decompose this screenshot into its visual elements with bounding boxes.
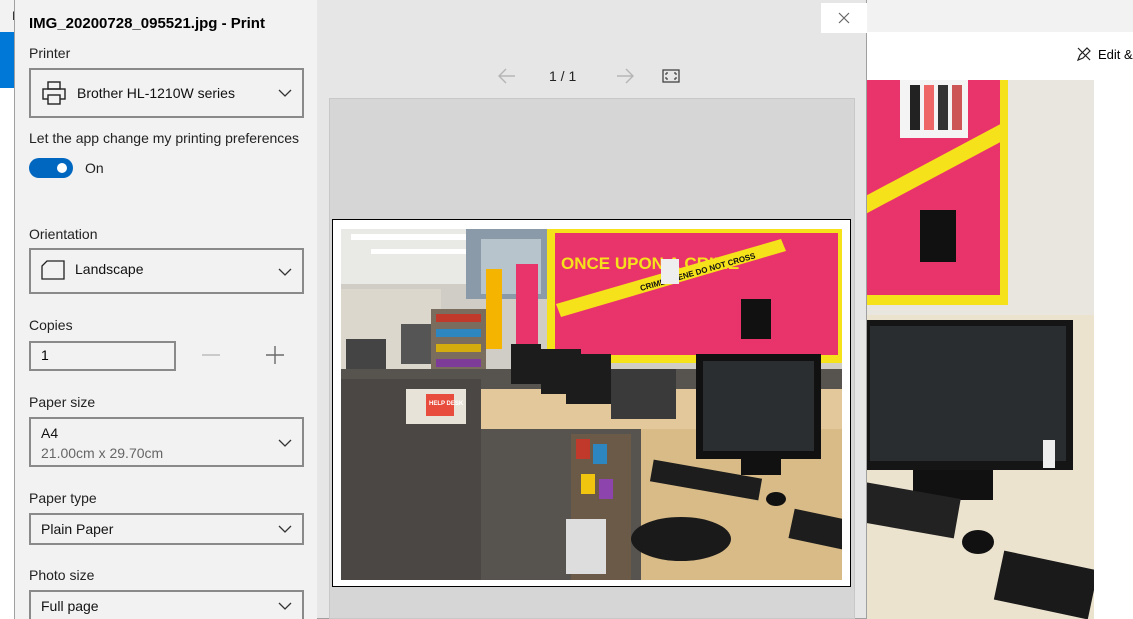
chevron-down-icon <box>278 525 292 533</box>
page-indicator: 1 / 1 <box>549 68 577 84</box>
toggle-state-label: On <box>85 160 104 176</box>
printer-icon <box>42 81 66 105</box>
paper-size-label: Paper size <box>29 394 96 410</box>
preview-navigation: 1 / 1 <box>497 66 697 88</box>
print-dialog: IMG_20200728_095521.jpg - Print Printer … <box>14 0 867 619</box>
preview-page: ONCE UPON A CRIME CRIME SCENE DO NOT CRO… <box>332 219 851 587</box>
decrease-copies-button[interactable] <box>201 345 221 365</box>
paper-size-detail: 21.00cm x 29.70cm <box>41 445 164 461</box>
printer-label: Printer <box>29 45 71 61</box>
edit-create-label: Edit & <box>1098 46 1133 62</box>
paper-type-value: Plain Paper <box>41 521 114 537</box>
close-button[interactable] <box>821 3 867 33</box>
edit-create-button[interactable]: Edit & <box>1076 46 1133 62</box>
dialog-title: IMG_20200728_095521.jpg - Print <box>29 15 265 32</box>
background-photo <box>858 80 1094 619</box>
printer-value: Brother HL-1210W series <box>77 85 235 101</box>
edit-pen-icon <box>1076 47 1091 62</box>
settings-pane: IMG_20200728_095521.jpg - Print Printer … <box>15 0 317 619</box>
printer-dropdown[interactable]: Brother HL-1210W series <box>29 68 304 118</box>
page-orientation-icon <box>41 260 65 280</box>
fit-page-icon[interactable] <box>662 69 680 83</box>
photo-size-dropdown[interactable]: Full page <box>29 590 304 619</box>
paper-size-value: A4 <box>41 425 59 441</box>
toggle-knob <box>57 163 67 173</box>
paper-type-label: Paper type <box>29 490 97 506</box>
arrow-right-icon[interactable] <box>615 67 635 85</box>
chevron-down-icon <box>278 439 292 447</box>
photo-desk-sign-text: HELP DESK <box>429 401 464 407</box>
orientation-value: Landscape <box>75 261 144 277</box>
paper-type-dropdown[interactable]: Plain Paper <box>29 513 304 545</box>
chevron-down-icon <box>278 602 292 610</box>
close-icon <box>838 12 850 24</box>
increase-copies-button[interactable] <box>265 345 285 365</box>
preferences-toggle[interactable] <box>29 158 73 178</box>
photo-size-value: Full page <box>41 598 99 614</box>
background-selected-indicator <box>0 32 14 88</box>
photo-size-label: Photo size <box>29 567 95 583</box>
preview-photo: ONCE UPON A CRIME CRIME SCENE DO NOT CRO… <box>341 229 842 580</box>
preferences-label: Let the app change my printing preferenc… <box>29 130 300 146</box>
copies-label: Copies <box>29 317 73 333</box>
arrow-left-icon[interactable] <box>497 67 517 85</box>
orientation-label: Orientation <box>29 226 98 242</box>
copies-input[interactable]: 1 <box>29 341 176 371</box>
paper-size-dropdown[interactable]: A4 21.00cm x 29.70cm <box>29 417 304 467</box>
orientation-dropdown[interactable]: Landscape <box>29 248 304 294</box>
chevron-down-icon <box>278 268 292 276</box>
chevron-down-icon <box>278 89 292 97</box>
